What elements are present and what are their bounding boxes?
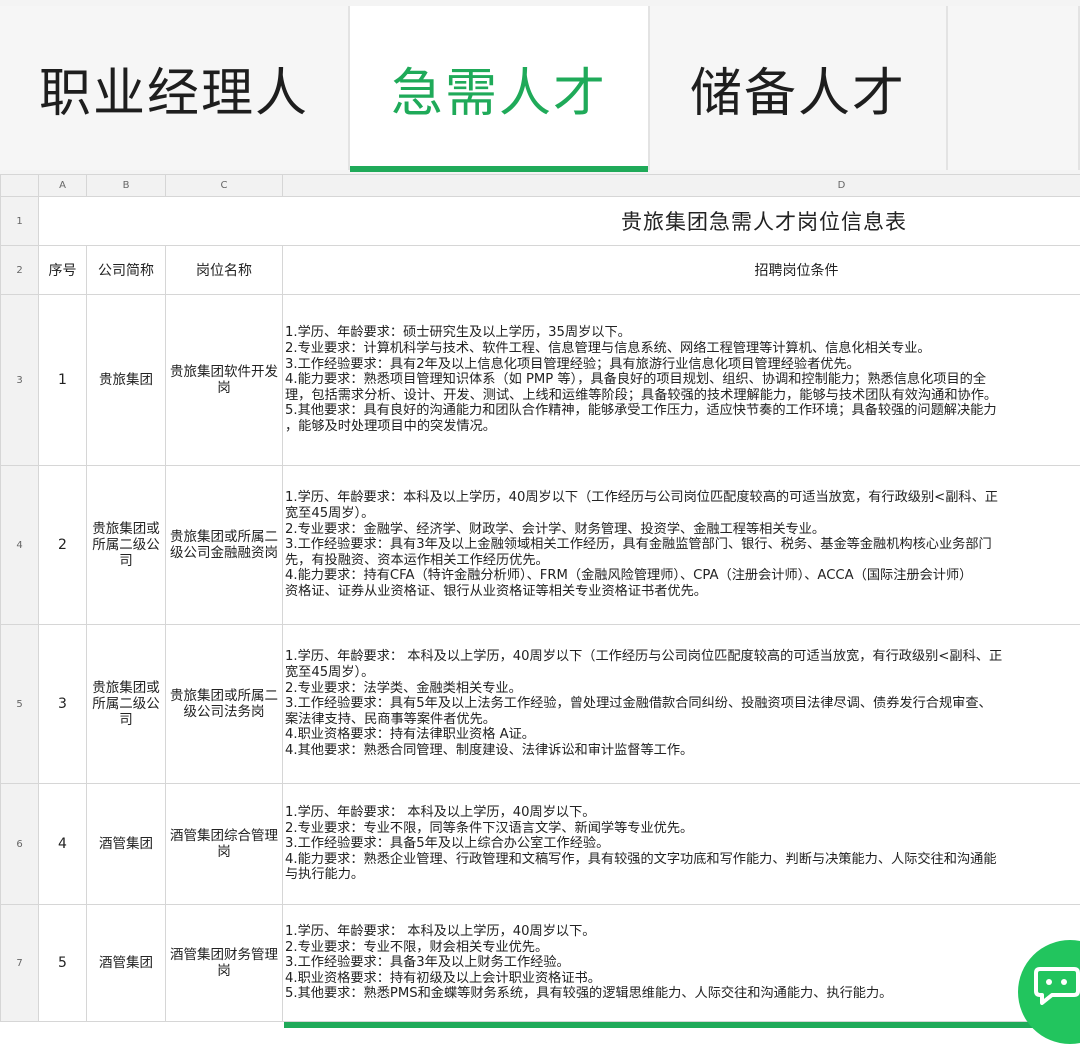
- requirement-line: 2.专业要求：专业不限，财会相关专业优先。: [285, 940, 1080, 956]
- spreadsheet-grid[interactable]: A B C D 1 贵旅集团急需人才岗位信息表 2 序号 公司简称 岗位名称 招…: [0, 174, 1080, 1028]
- selection-indicator-bar: [284, 1022, 1080, 1028]
- seq-cell[interactable]: 5: [39, 905, 87, 1022]
- row-header[interactable]: 7: [1, 905, 39, 1022]
- table-row: 2 序号 公司简称 岗位名称 招聘岗位条件: [1, 246, 1080, 295]
- requirement-line: 宽至45周岁）。: [285, 665, 1080, 681]
- company-cell[interactable]: 酒管集团: [87, 784, 166, 905]
- position-cell[interactable]: 酒管集团财务管理岗: [166, 905, 283, 1022]
- requirement-line: 1.学历、年龄要求：硕士研究生及以上学历，35周岁以下。: [285, 325, 1080, 341]
- tab-label: 职业经理人: [39, 51, 309, 126]
- tab-more[interactable]: [948, 6, 1080, 170]
- requirement-line: 2.专业要求：法学类、金融类相关专业。: [285, 681, 1080, 697]
- seq-cell[interactable]: 2: [39, 466, 87, 625]
- requirement-line: 宽至45周岁）。: [285, 506, 1080, 522]
- tab-professional-manager[interactable]: 职业经理人: [0, 6, 350, 170]
- row-header[interactable]: 1: [1, 197, 39, 246]
- header-requirements-cell[interactable]: 招聘岗位条件: [283, 246, 1080, 295]
- requirement-line: 4.职业资格要求：持有初级及以上会计职业资格证书。: [285, 971, 1080, 987]
- tab-reserve-talent[interactable]: 储备人才: [650, 6, 948, 170]
- column-header-a[interactable]: A: [39, 175, 87, 197]
- column-header-row: A B C D: [1, 175, 1080, 197]
- tab-label: 急需人才: [391, 51, 607, 126]
- sheet-tab-bar: 职业经理人 急需人才 储备人才: [0, 0, 1080, 174]
- seq-cell[interactable]: 1: [39, 295, 87, 466]
- requirement-line: 4.职业资格要求：持有法律职业资格 A证。: [285, 727, 1080, 743]
- column-header-c[interactable]: C: [166, 175, 283, 197]
- row-header[interactable]: 4: [1, 466, 39, 625]
- requirement-line: 理，包括需求分析、设计、开发、测试、上线和运维等阶段；具备较强的技术理解能力，能…: [285, 388, 1080, 404]
- requirement-line: 2.专业要求：计算机科学与技术、软件工程、信息管理与信息系统、网络工程管理等计算…: [285, 341, 1080, 357]
- seq-cell[interactable]: 4: [39, 784, 87, 905]
- requirements-cell[interactable]: 1.学历、年龄要求：硕士研究生及以上学历，35周岁以下。 2.专业要求：计算机科…: [283, 295, 1080, 466]
- requirement-line: 4.能力要求：熟悉企业管理、行政管理和文稿写作，具有较强的文字功底和写作能力、判…: [285, 852, 1080, 868]
- position-cell[interactable]: 酒管集团综合管理岗: [166, 784, 283, 905]
- table-row: 5 3 贵旅集团或所属二级公司 贵旅集团或所属二级公司法务岗 1.学历、年龄要求…: [1, 625, 1080, 784]
- requirement-line: 1.学历、年龄要求：本科及以上学历，40周岁以下（工作经历与公司岗位匹配度较高的…: [285, 490, 1080, 506]
- requirement-line: 先，有投融资、资本运作相关工作经历优先。: [285, 553, 1080, 569]
- column-header-b[interactable]: B: [87, 175, 166, 197]
- requirement-line: 1.学历、年龄要求： 本科及以上学历，40周岁以下（工作经历与公司岗位匹配度较高…: [285, 649, 1080, 665]
- requirement-line: 4.其他要求：熟悉合同管理、制度建设、法律诉讼和审计监督等工作。: [285, 743, 1080, 759]
- requirement-line: 3.工作经验要求：具有3年及以上金融领域相关工作经历，具有金融监管部门、银行、税…: [285, 537, 1080, 553]
- tab-urgent-talent[interactable]: 急需人才: [350, 6, 650, 170]
- row-header[interactable]: 6: [1, 784, 39, 905]
- position-cell[interactable]: 贵旅集团软件开发岗: [166, 295, 283, 466]
- table-row: 3 1 贵旅集团 贵旅集团软件开发岗 1.学历、年龄要求：硕士研究生及以上学历，…: [1, 295, 1080, 466]
- requirement-line: 2.专业要求：专业不限，同等条件下汉语言文学、新闻学等专业优先。: [285, 821, 1080, 837]
- header-seq-cell[interactable]: 序号: [39, 246, 87, 295]
- company-cell[interactable]: 贵旅集团: [87, 295, 166, 466]
- requirement-line: 4.能力要求：持有CFA（特许金融分析师）、FRM（金融风险管理师）、CPA（注…: [285, 568, 1080, 584]
- row-header[interactable]: 2: [1, 246, 39, 295]
- table-row: 7 5 酒管集团 酒管集团财务管理岗 1.学历、年龄要求： 本科及以上学历，40…: [1, 905, 1080, 1022]
- requirements-cell[interactable]: 1.学历、年龄要求：本科及以上学历，40周岁以下（工作经历与公司岗位匹配度较高的…: [283, 466, 1080, 625]
- table-row: 4 2 贵旅集团或所属二级公司 贵旅集团或所属二级公司金融融资岗 1.学历、年龄…: [1, 466, 1080, 625]
- requirement-line: ，能够及时处理项目中的突发情况。: [285, 419, 1080, 435]
- requirement-line: 1.学历、年龄要求： 本科及以上学历，40周岁以下。: [285, 805, 1080, 821]
- column-header-d[interactable]: D: [283, 175, 1080, 197]
- requirement-line: 1.学历、年龄要求： 本科及以上学历，40周岁以下。: [285, 924, 1080, 940]
- requirement-line: 2.专业要求：金融学、经济学、财政学、会计学、财务管理、投资学、金融工程等相关专…: [285, 522, 1080, 538]
- header-position-cell[interactable]: 岗位名称: [166, 246, 283, 295]
- requirement-line: 3.工作经验要求：具有2年及以上信息化项目管理经验；具有旅游行业信息化项目管理经…: [285, 357, 1080, 373]
- seq-cell[interactable]: 3: [39, 625, 87, 784]
- requirements-cell[interactable]: 1.学历、年龄要求： 本科及以上学历，40周岁以下。 2.专业要求：专业不限，财…: [283, 905, 1080, 1022]
- select-all-corner[interactable]: [1, 175, 39, 197]
- active-tab-indicator: [350, 166, 648, 172]
- table-row: 6 4 酒管集团 酒管集团综合管理岗 1.学历、年龄要求： 本科及以上学历，40…: [1, 784, 1080, 905]
- requirements-cell[interactable]: 1.学历、年龄要求： 本科及以上学历，40周岁以下。 2.专业要求：专业不限，同…: [283, 784, 1080, 905]
- row-header[interactable]: 3: [1, 295, 39, 466]
- company-cell[interactable]: 贵旅集团或所属二级公司: [87, 625, 166, 784]
- requirement-line: 5.其他要求：熟悉PMS和金蝶等财务系统，具有较强的逻辑思维能力、人际交往和沟通…: [285, 986, 1080, 1002]
- tab-label: 储备人才: [690, 51, 906, 126]
- requirement-line: 3.工作经验要求：具备3年及以上财务工作经验。: [285, 955, 1080, 971]
- company-cell[interactable]: 酒管集团: [87, 905, 166, 1022]
- requirement-line: 4.能力要求：熟悉项目管理知识体系（如 PMP 等），具备良好的项目规划、组织、…: [285, 372, 1080, 388]
- requirements-cell[interactable]: 1.学历、年龄要求： 本科及以上学历，40周岁以下（工作经历与公司岗位匹配度较高…: [283, 625, 1080, 784]
- row-header[interactable]: 5: [1, 625, 39, 784]
- requirement-line: 案法律支持、民商事等案件者优先。: [285, 712, 1080, 728]
- requirement-line: 与执行能力。: [285, 867, 1080, 883]
- requirement-line: 资格证、证券从业资格证、银行从业资格证等相关专业资格证书者优先。: [285, 584, 1080, 600]
- sheet-title-cell[interactable]: 贵旅集团急需人才岗位信息表: [39, 197, 1080, 246]
- header-company-cell[interactable]: 公司简称: [87, 246, 166, 295]
- requirement-line: 3.工作经验要求：具有5年及以上法务工作经验，曾处理过金融借款合同纠纷、投融资项…: [285, 696, 1080, 712]
- sheet-table: A B C D 1 贵旅集团急需人才岗位信息表 2 序号 公司简称 岗位名称 招…: [0, 174, 1080, 1022]
- position-cell[interactable]: 贵旅集团或所属二级公司法务岗: [166, 625, 283, 784]
- requirement-line: 5.其他要求：具有良好的沟通能力和团队合作精神，能够承受工作压力，适应快节奏的工…: [285, 403, 1080, 419]
- company-cell[interactable]: 贵旅集团或所属二级公司: [87, 466, 166, 625]
- requirement-line: 3.工作经验要求：具备5年及以上综合办公室工作经验。: [285, 836, 1080, 852]
- table-row: 1 贵旅集团急需人才岗位信息表: [1, 197, 1080, 246]
- position-cell[interactable]: 贵旅集团或所属二级公司金融融资岗: [166, 466, 283, 625]
- chat-bubble-icon: [1034, 965, 1080, 1005]
